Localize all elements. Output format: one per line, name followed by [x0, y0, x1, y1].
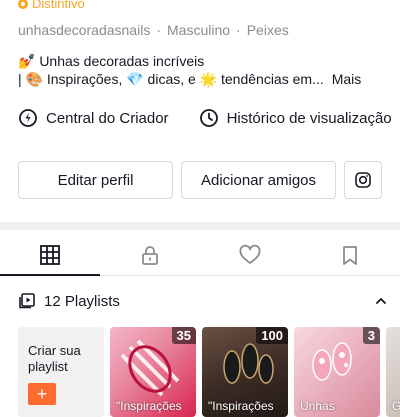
- create-playlist-card[interactable]: Criar sua playlist +: [18, 327, 104, 417]
- sign-label: Peixes: [246, 22, 289, 38]
- gender-label: Masculino: [167, 22, 231, 38]
- playlist-count: 3: [362, 327, 380, 344]
- instagram-button[interactable]: [344, 161, 382, 199]
- playlist-cards: Criar sua playlist + 35 "Inspirações 100…: [18, 327, 400, 417]
- tab-private[interactable]: [100, 234, 200, 275]
- add-friends-button[interactable]: Adicionar amigos: [181, 161, 336, 199]
- grid-icon: [40, 244, 60, 265]
- plus-icon: +: [28, 383, 56, 405]
- playlists-header[interactable]: 12 Playlists: [18, 292, 388, 310]
- username: unhasdecoradasnails: [18, 22, 151, 38]
- creator-center-label: Central do Criador: [46, 109, 169, 127]
- playlist-count: 35: [171, 327, 196, 344]
- playlist-caption: Go: [392, 399, 400, 413]
- bio-line-1: 💅 Unhas decoradas incríveis: [18, 53, 205, 69]
- playlist-card[interactable]: 35 "Inspirações: [110, 327, 196, 417]
- view-history-link[interactable]: Histórico de visualização: [199, 108, 392, 128]
- lock-icon: [142, 245, 158, 265]
- profile-actions: Editar perfil Adicionar amigos: [18, 161, 382, 199]
- playlist-icon: [19, 293, 35, 309]
- lightbulb-icon: [19, 109, 37, 127]
- creator-center-link[interactable]: Central do Criador: [18, 108, 169, 128]
- badge-label: Distintivo: [32, 0, 85, 11]
- create-playlist-label: Criar sua playlist: [28, 343, 81, 374]
- bio-line-2: | 🎨 Inspirações, 💎 dicas, e 🌟 tendências…: [18, 71, 361, 88]
- clock-icon: [199, 109, 218, 127]
- bio-line-2-text: | 🎨 Inspirações, 💎 dicas, e 🌟 tendências…: [18, 71, 324, 87]
- chevron-up-icon[interactable]: [374, 294, 388, 308]
- tab-videos[interactable]: [0, 234, 100, 276]
- tab-saved[interactable]: [300, 234, 400, 275]
- badge-icon: [18, 0, 28, 9]
- playlist-caption: "Inspirações: [208, 399, 274, 413]
- playlists-title: 12 Playlists: [44, 292, 120, 310]
- playlist-card[interactable]: Go: [386, 327, 400, 417]
- heart-icon: [239, 244, 261, 264]
- bio-more-link[interactable]: Mais: [332, 71, 362, 87]
- bookmark-icon: [343, 245, 357, 265]
- instagram-icon: [355, 172, 371, 188]
- profile-meta: unhasdecoradasnails · Masculino · Peixes: [18, 22, 289, 38]
- profile-tabs: [0, 234, 400, 276]
- view-history-label: Histórico de visualização: [226, 109, 392, 127]
- tab-liked[interactable]: [200, 234, 300, 275]
- edit-profile-button[interactable]: Editar perfil: [18, 161, 173, 199]
- playlist-caption: Unhas: [300, 399, 335, 413]
- playlist-caption: "Inspirações: [116, 399, 182, 413]
- section-divider: [0, 222, 400, 230]
- playlist-count: 100: [256, 327, 288, 344]
- playlist-card[interactable]: 100 "Inspirações: [202, 327, 288, 417]
- badge-row[interactable]: Distintivo: [18, 0, 85, 11]
- creator-links: Central do Criador Histórico de visualiz…: [18, 108, 392, 128]
- playlist-card[interactable]: 3 Unhas: [294, 327, 380, 417]
